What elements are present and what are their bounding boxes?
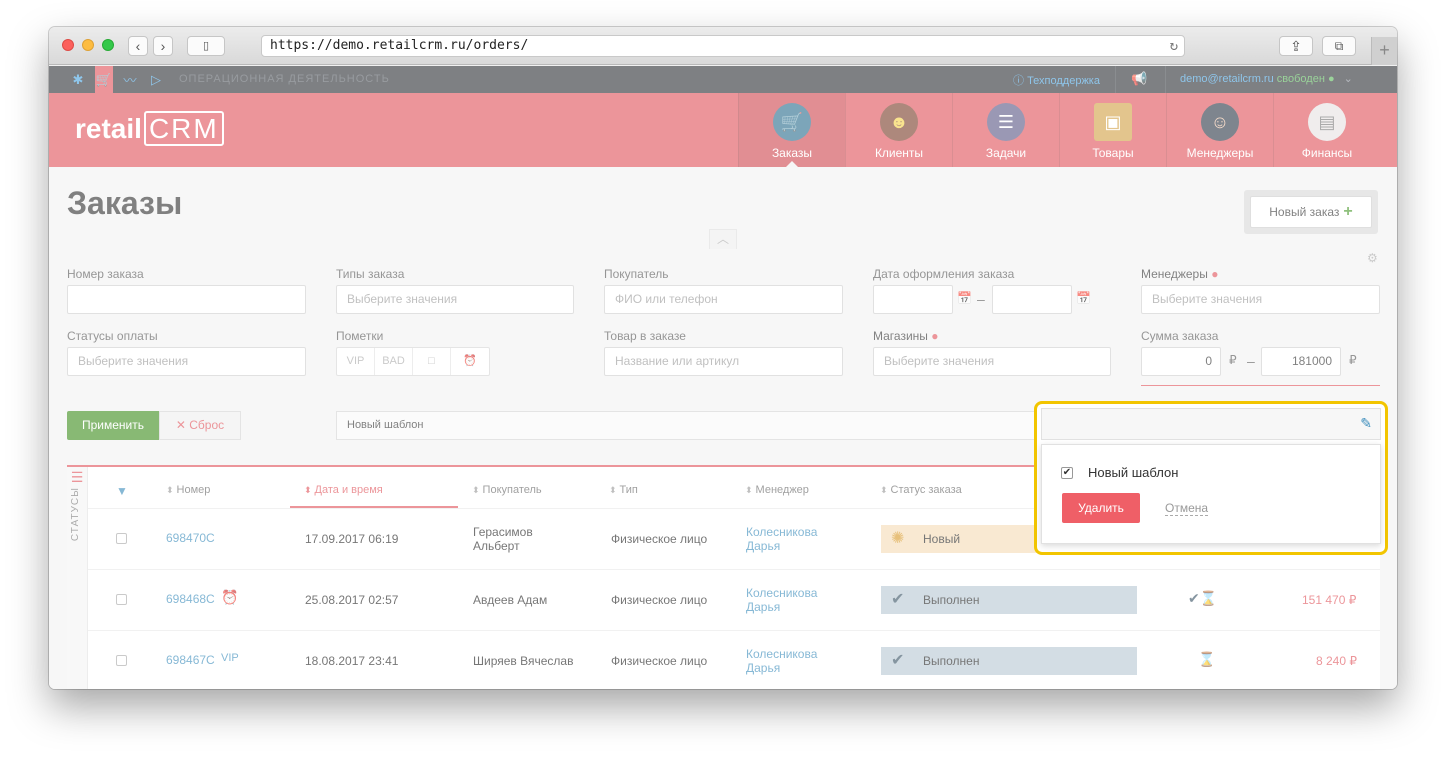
address-bar[interactable]: https://demo.retailcrm.ru/orders/ ↻ — [261, 35, 1185, 57]
zoom-window-button[interactable] — [102, 39, 114, 51]
browser-toolbar: ‹ › ▯ https://demo.retailcrm.ru/orders/ … — [49, 27, 1397, 65]
delete-button[interactable]: Удалить — [1062, 493, 1140, 523]
tabs-icon[interactable]: ⧉ — [1322, 36, 1356, 56]
screenshot-stage: ‹ › ▯ https://demo.retailcrm.ru/orders/ … — [0, 0, 1446, 761]
pencil-icon[interactable]: ✎ — [1360, 415, 1372, 432]
reload-icon[interactable]: ↻ — [1170, 36, 1178, 56]
template-checkbox[interactable]: ✔ — [1061, 467, 1073, 479]
browser-window: ‹ › ▯ https://demo.retailcrm.ru/orders/ … — [49, 27, 1397, 689]
forward-icon[interactable]: › — [153, 36, 173, 56]
sidebar-toggle-icon[interactable]: ▯ — [187, 36, 225, 56]
modal-backdrop[interactable] — [49, 66, 1397, 689]
template-dropdown: ✔ Новый шаблон Удалить Отмена — [1041, 444, 1381, 544]
cancel-link[interactable]: Отмена — [1165, 501, 1209, 516]
address-text: https://demo.retailcrm.ru/orders/ — [270, 38, 529, 53]
template-edit-bar[interactable]: ✎ — [1041, 408, 1381, 440]
minimize-window-button[interactable] — [82, 39, 94, 51]
back-icon[interactable]: ‹ — [128, 36, 148, 56]
close-window-button[interactable] — [62, 39, 74, 51]
template-name: Новый шаблон — [1088, 465, 1179, 480]
new-tab-icon[interactable]: + — [1371, 37, 1397, 65]
share-icon[interactable]: ⇪ — [1279, 36, 1313, 56]
template-popup: ✎ ✔ Новый шаблон Удалить Отмена — [1034, 401, 1388, 555]
